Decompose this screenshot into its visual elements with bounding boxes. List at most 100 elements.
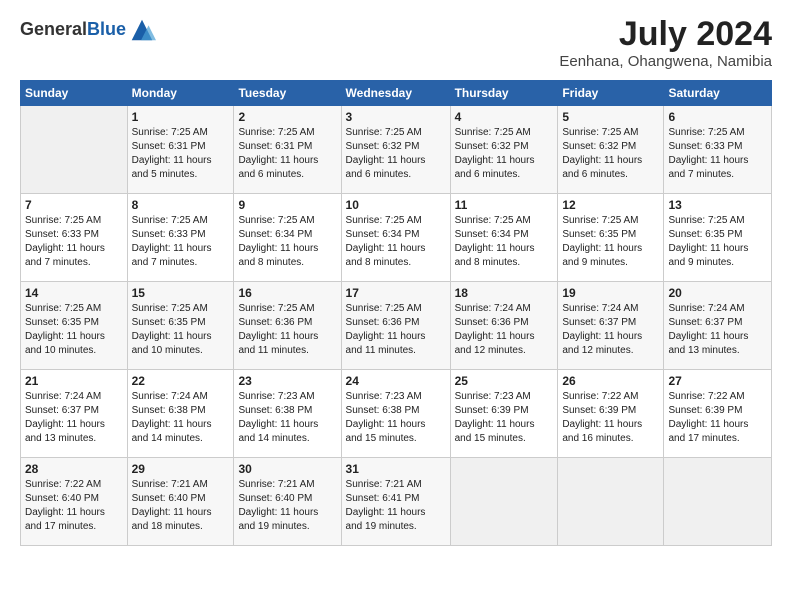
header-row: SundayMondayTuesdayWednesdayThursdayFrid… xyxy=(21,81,772,106)
day-number: 2 xyxy=(238,110,336,124)
day-number: 29 xyxy=(132,462,230,476)
calendar-cell: 25 Sunrise: 7:23 AM Sunset: 6:39 PM Dayli… xyxy=(450,370,558,458)
logo-blue: Blue xyxy=(87,19,126,39)
calendar-cell: 3 Sunrise: 7:25 AM Sunset: 6:32 PM Daylig… xyxy=(341,106,450,194)
cell-content: Sunrise: 7:25 AM Sunset: 6:35 PM Dayligh… xyxy=(562,214,659,270)
calendar-cell xyxy=(558,458,664,546)
cell-content: Sunrise: 7:22 AM Sunset: 6:39 PM Dayligh… xyxy=(668,390,767,446)
day-number: 19 xyxy=(562,286,659,300)
week-row-1: 1Sunrise: 7:25 AM Sunset: 6:31 PM Daylig… xyxy=(21,106,772,194)
cell-content: Sunrise: 7:24 AM Sunset: 6:37 PM Dayligh… xyxy=(25,390,123,446)
calendar-cell: 31Sunrise: 7:21 AM Sunset: 6:41 PM Dayli… xyxy=(341,458,450,546)
calendar-cell: 13Sunrise: 7:25 AM Sunset: 6:35 PM Dayli… xyxy=(664,194,772,282)
calendar-cell: 17Sunrise: 7:25 AM Sunset: 6:36 PM Dayli… xyxy=(341,282,450,370)
calendar-cell: 18 Sunrise: 7:24 AM Sunset: 6:36 PM Dayli… xyxy=(450,282,558,370)
week-row-3: 14 Sunrise: 7:25 AM Sunset: 6:35 PM Dayli… xyxy=(21,282,772,370)
day-number: 25 xyxy=(455,374,554,388)
logo-icon xyxy=(128,16,156,44)
calendar-cell: 21 Sunrise: 7:24 AM Sunset: 6:37 PM Dayli… xyxy=(21,370,128,458)
week-row-2: 7 Sunrise: 7:25 AM Sunset: 6:33 PM Daylig… xyxy=(21,194,772,282)
week-row-4: 21 Sunrise: 7:24 AM Sunset: 6:37 PM Dayli… xyxy=(21,370,772,458)
calendar-cell: 20 Sunrise: 7:24 AM Sunset: 6:37 PM Dayli… xyxy=(664,282,772,370)
day-number: 7 xyxy=(25,198,123,212)
cell-content: Sunrise: 7:24 AM Sunset: 6:38 PM Dayligh… xyxy=(132,390,230,446)
calendar-cell: 29 Sunrise: 7:21 AM Sunset: 6:40 PM Dayli… xyxy=(127,458,234,546)
cell-content: Sunrise: 7:25 AM Sunset: 6:33 PM Dayligh… xyxy=(132,214,230,270)
day-number: 16 xyxy=(238,286,336,300)
cell-content: Sunrise: 7:25 AM Sunset: 6:35 PM Dayligh… xyxy=(25,302,123,358)
week-row-5: 28 Sunrise: 7:22 AM Sunset: 6:40 PM Dayli… xyxy=(21,458,772,546)
day-number: 20 xyxy=(668,286,767,300)
location: Eenhana, Ohangwena, Namibia xyxy=(559,53,772,70)
cell-content: Sunrise: 7:25 AM Sunset: 6:32 PM Dayligh… xyxy=(346,126,446,182)
day-number: 10 xyxy=(346,198,446,212)
calendar-cell: 19 Sunrise: 7:24 AM Sunset: 6:37 PM Dayli… xyxy=(558,282,664,370)
cell-content: Sunrise: 7:24 AM Sunset: 6:37 PM Dayligh… xyxy=(668,302,767,358)
day-header-saturday: Saturday xyxy=(664,81,772,106)
calendar-table: SundayMondayTuesdayWednesdayThursdayFrid… xyxy=(20,80,772,546)
day-number: 14 xyxy=(25,286,123,300)
day-header-thursday: Thursday xyxy=(450,81,558,106)
cell-content: Sunrise: 7:25 AM Sunset: 6:34 PM Dayligh… xyxy=(346,214,446,270)
cell-content: Sunrise: 7:21 AM Sunset: 6:41 PM Dayligh… xyxy=(346,478,446,534)
day-number: 4 xyxy=(455,110,554,124)
cell-content: Sunrise: 7:25 AM Sunset: 6:36 PM Dayligh… xyxy=(238,302,336,358)
day-number: 23 xyxy=(238,374,336,388)
day-number: 3 xyxy=(346,110,446,124)
cell-content: Sunrise: 7:25 AM Sunset: 6:31 PM Dayligh… xyxy=(238,126,336,182)
calendar-cell: 14 Sunrise: 7:25 AM Sunset: 6:35 PM Dayli… xyxy=(21,282,128,370)
cell-content: Sunrise: 7:22 AM Sunset: 6:39 PM Dayligh… xyxy=(562,390,659,446)
calendar-cell: 22Sunrise: 7:24 AM Sunset: 6:38 PM Dayli… xyxy=(127,370,234,458)
calendar-cell: 24 Sunrise: 7:23 AM Sunset: 6:38 PM Dayli… xyxy=(341,370,450,458)
calendar-cell: 9Sunrise: 7:25 AM Sunset: 6:34 PM Daylig… xyxy=(234,194,341,282)
day-number: 12 xyxy=(562,198,659,212)
day-number: 24 xyxy=(346,374,446,388)
day-number: 15 xyxy=(132,286,230,300)
calendar-cell: 6 Sunrise: 7:25 AM Sunset: 6:33 PM Daylig… xyxy=(664,106,772,194)
cell-content: Sunrise: 7:23 AM Sunset: 6:38 PM Dayligh… xyxy=(238,390,336,446)
logo-general: General xyxy=(20,19,87,39)
calendar-cell: 27 Sunrise: 7:22 AM Sunset: 6:39 PM Dayli… xyxy=(664,370,772,458)
day-number: 17 xyxy=(346,286,446,300)
cell-content: Sunrise: 7:24 AM Sunset: 6:36 PM Dayligh… xyxy=(455,302,554,358)
header: GeneralBlue July 2024 Eenhana, Ohangwena… xyxy=(20,16,772,70)
day-number: 8 xyxy=(132,198,230,212)
cell-content: Sunrise: 7:25 AM Sunset: 6:35 PM Dayligh… xyxy=(132,302,230,358)
cell-content: Sunrise: 7:23 AM Sunset: 6:38 PM Dayligh… xyxy=(346,390,446,446)
calendar-cell: 8 Sunrise: 7:25 AM Sunset: 6:33 PM Daylig… xyxy=(127,194,234,282)
day-number: 5 xyxy=(562,110,659,124)
calendar-cell: 30Sunrise: 7:21 AM Sunset: 6:40 PM Dayli… xyxy=(234,458,341,546)
cell-content: Sunrise: 7:25 AM Sunset: 6:32 PM Dayligh… xyxy=(455,126,554,182)
day-number: 26 xyxy=(562,374,659,388)
day-number: 11 xyxy=(455,198,554,212)
calendar-cell xyxy=(450,458,558,546)
calendar-cell xyxy=(21,106,128,194)
day-number: 18 xyxy=(455,286,554,300)
cell-content: Sunrise: 7:25 AM Sunset: 6:33 PM Dayligh… xyxy=(668,126,767,182)
calendar-cell: 1Sunrise: 7:25 AM Sunset: 6:31 PM Daylig… xyxy=(127,106,234,194)
calendar-cell: 2 Sunrise: 7:25 AM Sunset: 6:31 PM Daylig… xyxy=(234,106,341,194)
day-number: 21 xyxy=(25,374,123,388)
cell-content: Sunrise: 7:21 AM Sunset: 6:40 PM Dayligh… xyxy=(132,478,230,534)
day-number: 28 xyxy=(25,462,123,476)
calendar-cell: 15 Sunrise: 7:25 AM Sunset: 6:35 PM Dayli… xyxy=(127,282,234,370)
cell-content: Sunrise: 7:25 AM Sunset: 6:32 PM Dayligh… xyxy=(562,126,659,182)
cell-content: Sunrise: 7:22 AM Sunset: 6:40 PM Dayligh… xyxy=(25,478,123,534)
cell-content: Sunrise: 7:21 AM Sunset: 6:40 PM Dayligh… xyxy=(238,478,336,534)
cell-content: Sunrise: 7:25 AM Sunset: 6:35 PM Dayligh… xyxy=(668,214,767,270)
day-number: 9 xyxy=(238,198,336,212)
cell-content: Sunrise: 7:23 AM Sunset: 6:39 PM Dayligh… xyxy=(455,390,554,446)
cell-content: Sunrise: 7:25 AM Sunset: 6:33 PM Dayligh… xyxy=(25,214,123,270)
calendar-cell: 5 Sunrise: 7:25 AM Sunset: 6:32 PM Daylig… xyxy=(558,106,664,194)
calendar-cell: 11 Sunrise: 7:25 AM Sunset: 6:34 PM Dayli… xyxy=(450,194,558,282)
calendar-cell: 23 Sunrise: 7:23 AM Sunset: 6:38 PM Dayli… xyxy=(234,370,341,458)
calendar-cell: 4 Sunrise: 7:25 AM Sunset: 6:32 PM Daylig… xyxy=(450,106,558,194)
cell-content: Sunrise: 7:25 AM Sunset: 6:34 PM Dayligh… xyxy=(455,214,554,270)
day-header-friday: Friday xyxy=(558,81,664,106)
logo-text: GeneralBlue xyxy=(20,20,126,40)
day-number: 6 xyxy=(668,110,767,124)
cell-content: Sunrise: 7:25 AM Sunset: 6:31 PM Dayligh… xyxy=(132,126,230,182)
calendar-cell: 10 Sunrise: 7:25 AM Sunset: 6:34 PM Dayli… xyxy=(341,194,450,282)
day-number: 27 xyxy=(668,374,767,388)
cell-content: Sunrise: 7:24 AM Sunset: 6:37 PM Dayligh… xyxy=(562,302,659,358)
